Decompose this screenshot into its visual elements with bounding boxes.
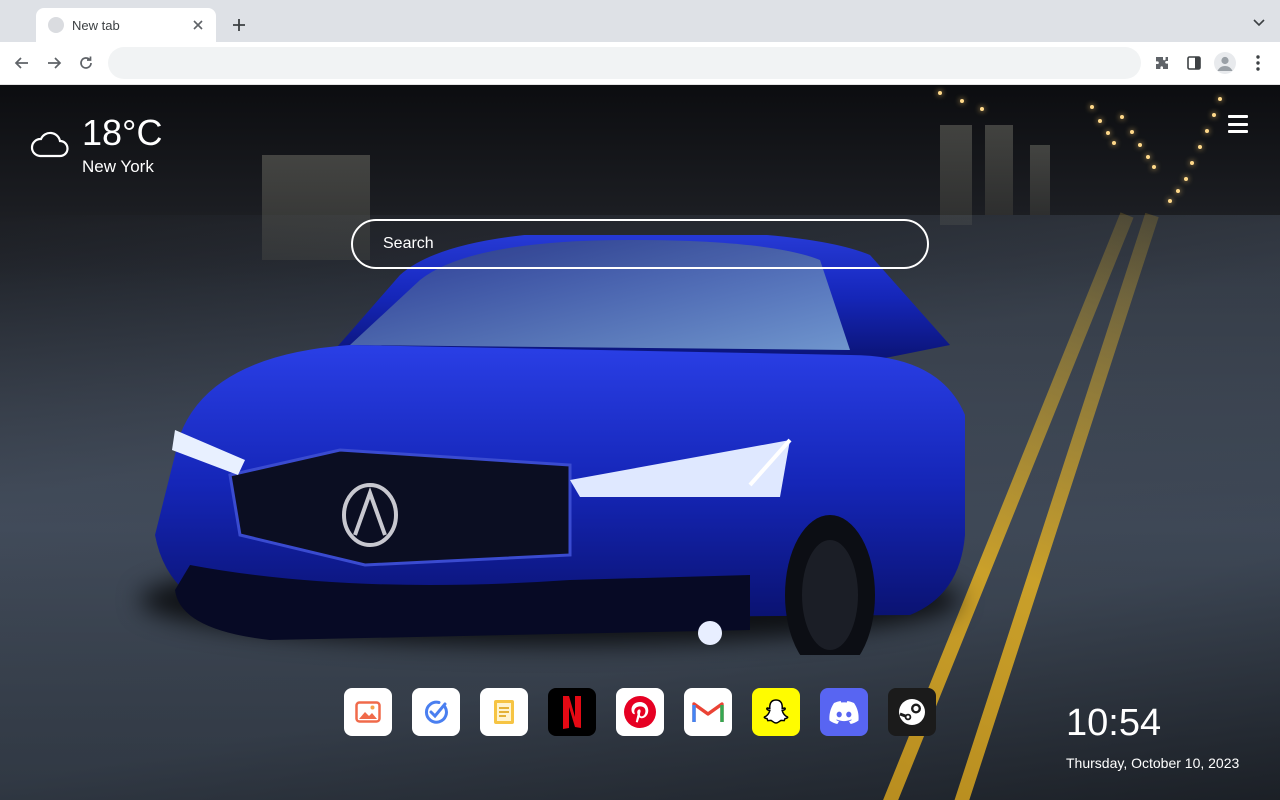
back-button[interactable] [11, 52, 33, 74]
shortcut-pinterest[interactable] [616, 688, 664, 736]
menu-bar [1228, 122, 1248, 126]
tunnel-light [1146, 155, 1150, 159]
tab-favicon-icon [48, 17, 64, 33]
tunnel-pillar [1030, 145, 1050, 215]
profile-button[interactable] [1213, 52, 1237, 74]
tunnel-light [1112, 141, 1116, 145]
tunnel-light [1106, 131, 1110, 135]
new-tab-page: 18°C New York Search 10:54 Thursday, Oct… [0, 85, 1280, 800]
tunnel-light [1176, 189, 1180, 193]
note-icon [494, 700, 514, 724]
netflix-icon [563, 696, 581, 729]
temperature: 18°C [82, 112, 163, 153]
clock-date: Thursday, October 10, 2023 [1066, 755, 1240, 771]
tunnel-light [1120, 115, 1124, 119]
tunnel-light [1184, 177, 1188, 181]
pinterest-icon [624, 696, 656, 728]
forward-button[interactable] [43, 52, 65, 74]
shortcut-photos[interactable] [344, 688, 392, 736]
tunnel-light [960, 99, 964, 103]
check-circle-icon [424, 700, 448, 724]
clock-time: 10:54 [1066, 702, 1162, 744]
tunnel-light [1138, 143, 1142, 147]
tunnel-light [1212, 113, 1216, 117]
extensions-button[interactable] [1150, 52, 1174, 74]
image-icon [355, 701, 381, 723]
tunnel-light [1130, 130, 1134, 134]
city-name: New York [82, 157, 154, 176]
side-panel-icon [1187, 56, 1201, 70]
reload-icon [80, 56, 92, 69]
tunnel-light [1152, 165, 1156, 169]
menu-bar [1228, 115, 1248, 118]
tunnel-light [1168, 199, 1172, 203]
shortcut-gmail[interactable] [684, 688, 732, 736]
new-tab-button[interactable] [228, 14, 250, 36]
browser-menu-button[interactable] [1246, 52, 1270, 74]
reload-button[interactable] [75, 52, 97, 74]
snapchat-icon [763, 699, 789, 724]
arrow-left-icon [14, 57, 28, 69]
avatar [1214, 52, 1236, 74]
clock-widget: 10:54 Thursday, October 10, 2023 [1066, 703, 1239, 771]
address-bar[interactable] [108, 47, 1141, 79]
tunnel-pillar [985, 125, 1013, 215]
tunnel-light [980, 107, 984, 111]
discord-icon [829, 701, 859, 724]
person-icon [1217, 56, 1233, 71]
menu-bar [1228, 130, 1248, 133]
tab-new-tab[interactable]: New tab [36, 8, 216, 42]
shortcut-netflix[interactable] [548, 688, 596, 736]
more-vert-icon [1256, 55, 1260, 71]
search-input[interactable] [351, 219, 929, 269]
shortcut-notes[interactable] [480, 688, 528, 736]
puzzle-icon [1156, 57, 1168, 69]
tunnel-light [1090, 105, 1094, 109]
hamburger-menu-icon[interactable] [1228, 115, 1248, 133]
tab-close-icon[interactable] [190, 17, 206, 33]
plus-icon [233, 19, 245, 31]
shortcut-steam[interactable] [888, 688, 936, 736]
chevron-down-icon [1253, 19, 1265, 27]
tab-title: New tab [72, 17, 120, 33]
tunnel-light [1205, 129, 1209, 133]
browser-toolbar [0, 42, 1280, 85]
side-panel-button[interactable] [1182, 52, 1206, 74]
cloud-icon [30, 131, 69, 158]
tunnel-light [1218, 97, 1222, 101]
tunnel-light [938, 91, 942, 95]
tunnel-light [1190, 161, 1194, 165]
gmail-icon [692, 702, 724, 722]
shortcut-snapchat[interactable] [752, 688, 800, 736]
steam-icon [899, 699, 925, 725]
shortcut-discord[interactable] [820, 688, 868, 736]
tab-search-button[interactable] [1250, 14, 1268, 32]
tunnel-light [1198, 145, 1202, 149]
car-image [155, 235, 965, 655]
arrow-right-icon [48, 57, 62, 69]
tab-strip: New tab [0, 0, 1280, 42]
tunnel-pillar [940, 125, 972, 225]
shortcut-dock [344, 688, 936, 736]
tunnel-light [1098, 119, 1102, 123]
weather-widget[interactable]: 18°C New York [30, 113, 162, 177]
shortcut-tasks[interactable] [412, 688, 460, 736]
